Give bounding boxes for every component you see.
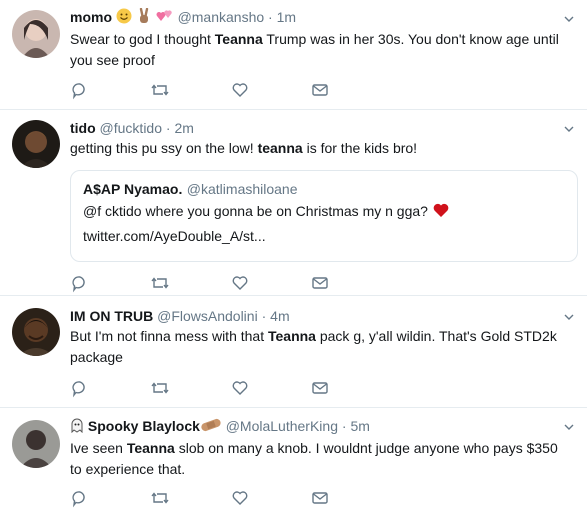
red-heart-emoji-icon bbox=[432, 202, 450, 224]
tweet[interactable]: momo @mankansho · 1m Swear to god I thou… bbox=[0, 0, 587, 110]
tweet-header: tido @fucktido · 2m bbox=[70, 119, 573, 137]
avatar[interactable] bbox=[12, 10, 60, 58]
pink-hearts-emoji-icon bbox=[156, 8, 174, 28]
tweet[interactable]: Spooky Blaylock @MolaLutherKing · 5m Ive… bbox=[0, 408, 587, 522]
tweet-timestamp[interactable]: 1m bbox=[277, 9, 296, 25]
avatar-image bbox=[12, 420, 60, 468]
tweet-text-segment: But I'm not finna mess with that bbox=[70, 328, 268, 344]
tweet-text-segment: getting this pu ssy on the low! bbox=[70, 140, 258, 156]
avatar[interactable] bbox=[12, 420, 60, 468]
avatar[interactable] bbox=[12, 120, 60, 168]
bandage-emoji-icon bbox=[200, 417, 222, 437]
chevron-down-icon[interactable] bbox=[563, 310, 575, 322]
display-name[interactable]: Spooky Blaylock bbox=[88, 418, 200, 434]
direct-message-icon[interactable] bbox=[310, 488, 330, 508]
quoted-tweet[interactable]: A$AP Nyamao. @katlimashiloane @f cktido … bbox=[70, 170, 578, 262]
tweet-timestamp[interactable]: 4m bbox=[270, 308, 289, 324]
reply-icon[interactable] bbox=[70, 488, 90, 508]
search-term-highlight: Teanna bbox=[267, 328, 316, 344]
retweet-icon[interactable] bbox=[150, 488, 170, 508]
tweet-actions bbox=[70, 488, 340, 508]
tweet-text-segment: Ive seen bbox=[70, 440, 127, 456]
reply-icon[interactable] bbox=[70, 80, 90, 100]
tweet-text: Swear to god I thought Teanna Trump was … bbox=[70, 29, 573, 71]
tweet-text: Ive seen Teanna slob on many a knob. I w… bbox=[70, 438, 573, 480]
like-icon[interactable] bbox=[230, 378, 250, 398]
search-term-highlight: teanna bbox=[257, 140, 303, 156]
like-icon[interactable] bbox=[230, 80, 250, 100]
tweet[interactable]: tido @fucktido · 2m getting this pu ssy … bbox=[0, 110, 587, 296]
like-icon[interactable] bbox=[230, 488, 250, 508]
user-handle[interactable]: @MolaLutherKing bbox=[226, 418, 338, 434]
tweet-actions bbox=[70, 378, 340, 398]
tweet-text: But I'm not finna mess with that Teanna … bbox=[70, 326, 573, 368]
retweet-icon[interactable] bbox=[150, 273, 170, 293]
separator-dot: · bbox=[341, 418, 347, 434]
direct-message-icon[interactable] bbox=[310, 378, 330, 398]
separator-dot: · bbox=[268, 9, 273, 25]
reply-icon[interactable] bbox=[70, 378, 90, 398]
display-name[interactable]: IM ON TRUB bbox=[70, 308, 153, 324]
avatar[interactable] bbox=[12, 308, 60, 356]
quoted-user-handle: @katlimashiloane bbox=[186, 181, 298, 197]
victory-hand-emoji-icon bbox=[136, 7, 152, 28]
avatar-image bbox=[12, 308, 60, 356]
quoted-text-segment: @f cktido where you gonna be on Christma… bbox=[83, 203, 428, 219]
quoted-tweet-text: @f cktido where you gonna be on Christma… bbox=[83, 201, 565, 224]
ghost-emoji-icon bbox=[70, 417, 84, 437]
quoted-tweet-link[interactable]: twitter.com/AyeDouble_A/st... bbox=[83, 226, 565, 247]
user-handle[interactable]: @mankansho bbox=[178, 9, 265, 25]
tweet-timestamp[interactable]: 2m bbox=[174, 120, 193, 136]
tweet-timestamp[interactable]: 5m bbox=[350, 418, 369, 434]
tweet-text-segment: is for the kids bro! bbox=[302, 140, 418, 156]
display-name[interactable]: tido bbox=[70, 120, 96, 136]
tweet[interactable]: IM ON TRUB @FlowsAndolini · 4m But I'm n… bbox=[0, 296, 587, 408]
tweet-header: momo @mankansho · 1m bbox=[70, 7, 573, 28]
chevron-down-icon[interactable] bbox=[563, 122, 575, 134]
tweet-text-segment: Swear to god I thought bbox=[70, 31, 215, 47]
avatar-image bbox=[12, 10, 60, 58]
reply-icon[interactable] bbox=[70, 273, 90, 293]
user-handle[interactable]: @FlowsAndolini bbox=[157, 308, 258, 324]
retweet-icon[interactable] bbox=[150, 80, 170, 100]
quoted-display-name: A$AP Nyamao. bbox=[83, 181, 183, 197]
avatar-image bbox=[12, 120, 60, 168]
separator-dot: · bbox=[165, 120, 171, 136]
tweet-header: IM ON TRUB @FlowsAndolini · 4m bbox=[70, 307, 573, 325]
tweet-header: Spooky Blaylock @MolaLutherKing · 5m bbox=[70, 417, 573, 437]
separator-dot: · bbox=[261, 308, 267, 324]
direct-message-icon[interactable] bbox=[310, 80, 330, 100]
chevron-down-icon[interactable] bbox=[563, 12, 575, 24]
smiley-emoji-icon bbox=[116, 8, 132, 28]
chevron-down-icon[interactable] bbox=[563, 420, 575, 432]
search-term-highlight: Teanna bbox=[214, 31, 263, 47]
user-handle[interactable]: @fucktido bbox=[100, 120, 162, 136]
tweet-actions bbox=[70, 273, 340, 293]
search-term-highlight: Teanna bbox=[126, 440, 175, 456]
display-name[interactable]: momo bbox=[70, 9, 112, 25]
direct-message-icon[interactable] bbox=[310, 273, 330, 293]
tweet-text: getting this pu ssy on the low! teanna i… bbox=[70, 138, 573, 159]
like-icon[interactable] bbox=[230, 273, 250, 293]
retweet-icon[interactable] bbox=[150, 378, 170, 398]
tweet-actions bbox=[70, 80, 340, 100]
tweet-feed: momo @mankansho · 1m Swear to god I thou… bbox=[0, 0, 587, 522]
